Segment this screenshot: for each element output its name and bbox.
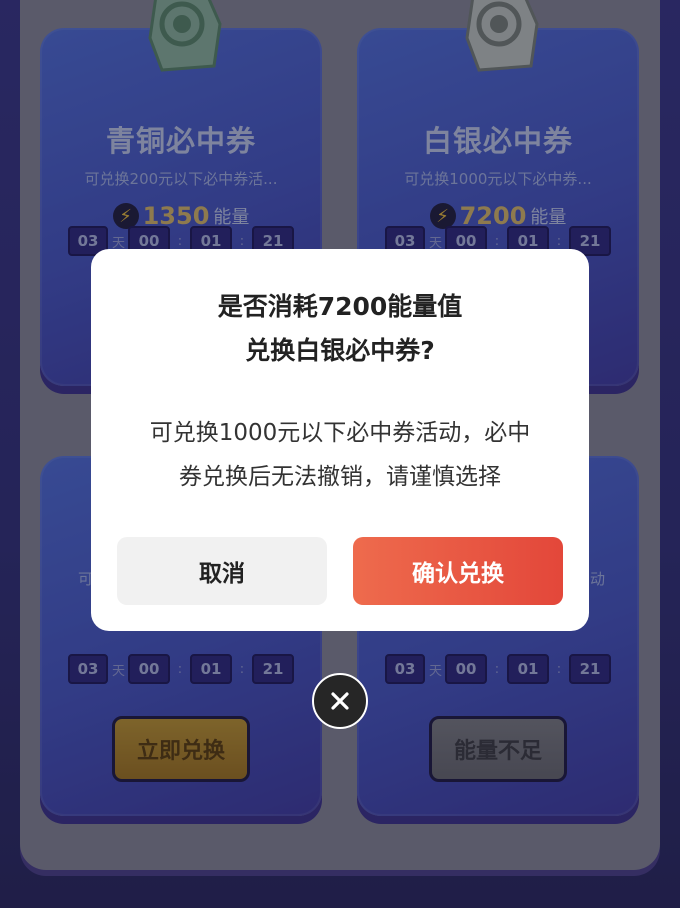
dialog-title: 是否消耗7200能量值 兑换白银必中券? — [91, 285, 589, 373]
dialog-title-line1: 是否消耗7200能量值 — [217, 292, 463, 321]
dialog-title-line2: 兑换白银必中券? — [245, 336, 435, 365]
dialog-body-line1: 可兑换1000元以下必中券活动，必中 — [149, 420, 531, 446]
close-icon[interactable] — [312, 673, 368, 729]
close-icon-glyph — [331, 692, 349, 710]
cancel-button[interactable]: 取消 — [117, 537, 327, 605]
confirm-dialog: 是否消耗7200能量值 兑换白银必中券? 可兑换1000元以下必中券活动，必中 … — [91, 249, 589, 631]
dialog-body: 可兑换1000元以下必中券活动，必中 券兑换后无法撤销，请谨慎选择 — [121, 411, 559, 499]
confirm-redeem-button[interactable]: 确认兑换 — [353, 537, 563, 605]
dialog-body-line2: 券兑换后无法撤销，请谨慎选择 — [179, 464, 501, 490]
